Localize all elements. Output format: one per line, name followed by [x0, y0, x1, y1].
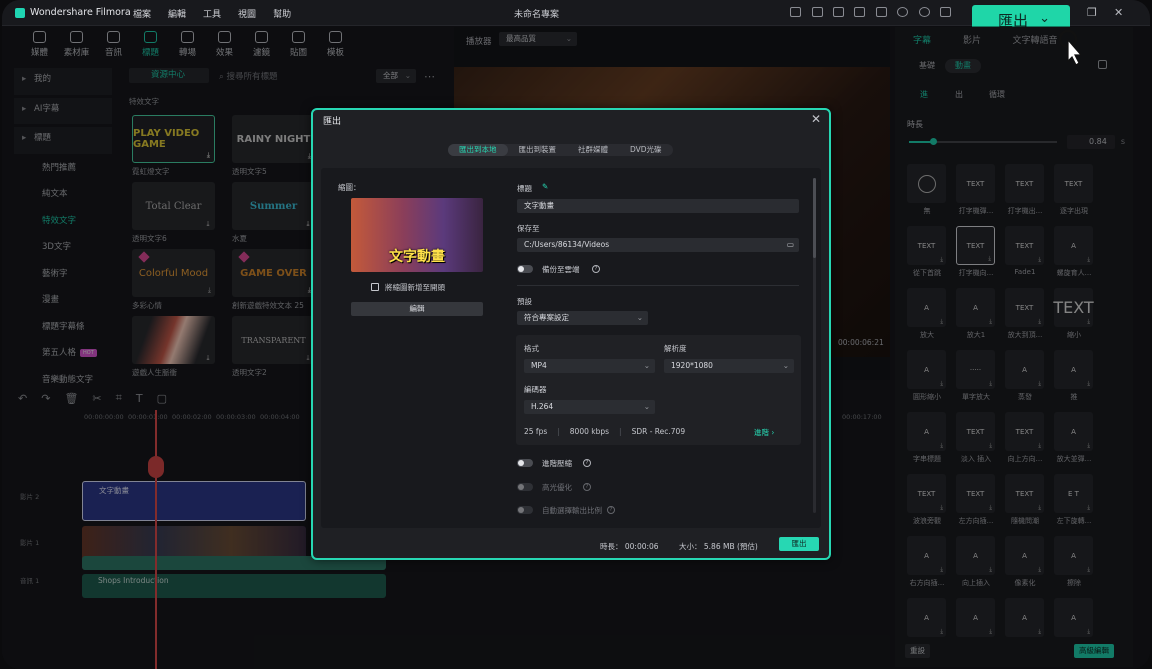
format-label: 格式 [524, 344, 539, 353]
cover-thumbnail: 文字動畫 [351, 198, 483, 272]
save-icon[interactable] [876, 7, 887, 17]
help-icon[interactable]: ? [583, 459, 591, 467]
tab-export-device[interactable]: 匯出到裝置 [508, 144, 568, 156]
name-field[interactable]: 文字動畫 [517, 199, 799, 213]
restore-icon[interactable]: ❐ [1087, 6, 1097, 19]
dialog-export-button[interactable]: 匯出 [779, 537, 819, 551]
cloud-icon[interactable] [897, 7, 908, 17]
help-icon[interactable]: ? [583, 483, 591, 491]
duration-summary-label: 時長： [600, 542, 623, 551]
encode-summary: 25 fps | 8000 kbps | SDR - Rec.709 [524, 427, 685, 436]
format-settings: 格式 MP4 ⌄ 解析度 1920*1080 ⌄ 編碼器 H.264 ⌄ 25 fps… [516, 335, 801, 445]
grid-icon[interactable] [940, 7, 951, 17]
app-window: Wondershare Filmora 檔案 編輯 工具 視圖 幫助 未命名專案… [2, 0, 1150, 669]
preset-value: 符合專案設定 [524, 313, 569, 322]
advanced-settings-link[interactable]: 進階 › [754, 427, 774, 438]
advanced-link-label: 進階 [754, 428, 769, 437]
support-icon[interactable] [919, 7, 930, 17]
auto-ratio-label: 自動選擇輸出比例 [542, 506, 602, 515]
size-summary: 大小： 5.86 MB (預估) [679, 541, 758, 552]
tab-export-dvd[interactable]: DVD光碟 [619, 144, 673, 156]
scrollbar-thumb[interactable] [813, 178, 816, 258]
media-icon[interactable] [854, 7, 865, 17]
resolution-select[interactable]: 1920*1080 ⌄ [664, 359, 794, 373]
encoder-label: 編碼器 [524, 385, 547, 394]
resolution-value: 1920*1080 [671, 361, 713, 370]
size-summary-value: 5.86 MB (預估) [703, 542, 758, 551]
preset-select[interactable]: 符合專案設定 ⌄ [517, 311, 648, 325]
name-label: 標題 [517, 184, 532, 193]
format-select[interactable]: MP4 ⌄ [524, 359, 655, 373]
render-toggle[interactable] [517, 459, 533, 467]
close-icon[interactable]: ✕ [811, 112, 821, 126]
gift-icon[interactable] [790, 7, 801, 17]
send-icon[interactable] [812, 7, 823, 17]
save-path-value: C:/Users/86134/Videos [524, 240, 610, 249]
hw-toggle[interactable] [517, 483, 533, 491]
app-name: Wondershare Filmora [30, 7, 131, 18]
divider [517, 285, 799, 286]
color-space-value: SDR - Rec.709 [631, 427, 686, 436]
bitrate-value: 8000 kbps [569, 427, 610, 436]
menu-view[interactable]: 視圖 [238, 7, 256, 20]
cover-checkbox[interactable] [371, 283, 379, 291]
chevron-down-icon: ⌄ [1039, 11, 1050, 26]
cloud-backup-label: 備份至雲端 [542, 265, 580, 274]
menu-bar: 檔案 編輯 工具 視圖 幫助 [133, 7, 291, 20]
separator: | [557, 427, 560, 436]
size-summary-label: 大小： [679, 542, 702, 551]
menu-edit[interactable]: 編輯 [168, 7, 186, 20]
separator: | [619, 427, 622, 436]
edit-cover-button[interactable]: 編輯 [351, 302, 483, 316]
dialog-scrollbar[interactable] [813, 178, 816, 513]
close-window-icon[interactable]: ✕ [1114, 6, 1123, 19]
dialog-title: 匯出 [323, 117, 342, 127]
auto-ratio-toggle[interactable] [517, 506, 533, 514]
cover-text: 文字動畫 [389, 249, 445, 265]
help-icon[interactable]: ? [592, 265, 600, 273]
cloud-backup-toggle[interactable] [517, 265, 533, 273]
cover-checkbox-label: 將縮圖新增至開頭 [385, 283, 445, 292]
help-icon[interactable]: ? [607, 506, 615, 514]
document-title: 未命名專案 [514, 10, 560, 20]
duration-summary-value: 00:00:06 [624, 542, 659, 551]
save-path-field[interactable]: C:/Users/86134/Videos ▭ [517, 238, 799, 252]
tab-export-local[interactable]: 匯出到本地 [448, 144, 508, 156]
cover-label: 縮圖： [338, 183, 361, 192]
mail-icon[interactable] [833, 7, 844, 17]
encoder-select[interactable]: H.264 ⌄ [524, 400, 655, 414]
ai-name-icon[interactable]: ✎ [542, 182, 548, 191]
export-tabs: 匯出到本地 匯出到裝置 社群媒體 DVD光碟 [448, 144, 673, 156]
save-to-label: 保存至 [517, 224, 540, 233]
filmora-logo-icon [15, 8, 25, 18]
duration-summary: 時長： 00:00:06 [600, 541, 659, 552]
name-value: 文字動畫 [524, 201, 554, 210]
export-dialog: 匯出 ✕ 匯出到本地 匯出到裝置 社群媒體 DVD光碟 縮圖： 文字動畫 將縮圖… [311, 108, 831, 560]
fps-value: 25 fps [524, 427, 548, 436]
hw-label: 高光優化 [542, 483, 572, 492]
menu-help[interactable]: 幫助 [273, 7, 291, 20]
resolution-label: 解析度 [664, 344, 687, 353]
menu-file[interactable]: 檔案 [133, 7, 151, 20]
format-value: MP4 [531, 361, 547, 370]
render-label: 進階壓縮 [542, 459, 572, 468]
tab-export-social[interactable]: 社群媒體 [567, 144, 619, 156]
encoder-value: H.264 [531, 402, 554, 411]
preset-label: 預設 [517, 297, 532, 306]
cursor-pointer-icon [1058, 29, 1081, 66]
dialog-body: 縮圖： 文字動畫 將縮圖新增至開頭 編輯 標題 ✎ 文字動畫 保存至 C:/Us… [321, 168, 821, 528]
menu-tools[interactable]: 工具 [203, 7, 221, 20]
folder-icon[interactable]: ▭ [787, 238, 794, 252]
